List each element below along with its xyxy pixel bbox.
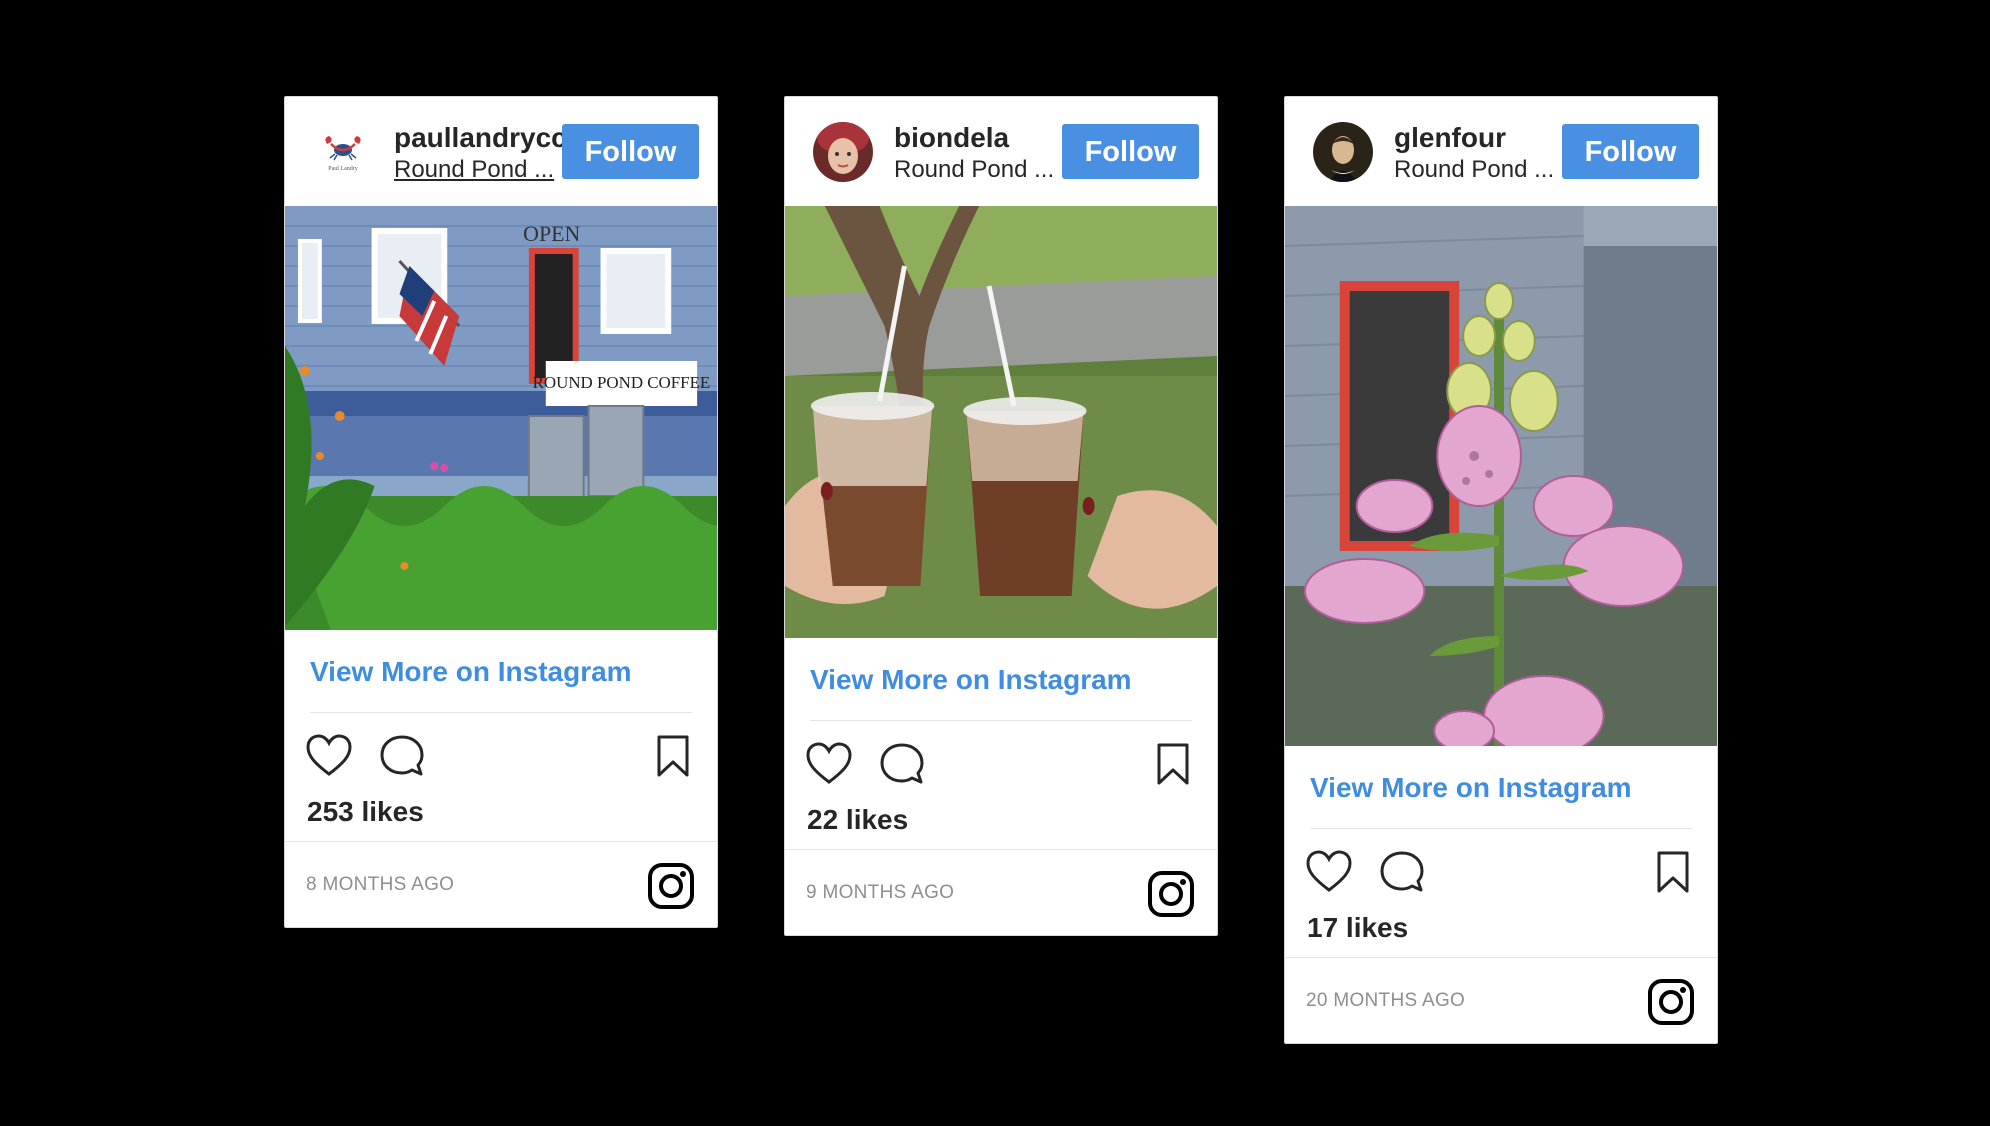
follow-button[interactable]: Follow bbox=[1062, 124, 1199, 179]
location[interactable]: Round Pond ... bbox=[894, 155, 1064, 185]
action-bar bbox=[285, 713, 717, 795]
like-count: 17 likes bbox=[1307, 912, 1409, 943]
bookmark-icon[interactable] bbox=[649, 733, 697, 779]
card-header: biondela Round Pond ... Follow bbox=[785, 97, 1217, 206]
instagram-embed-card: glenfour Round Pond ... Follow View More… bbox=[1284, 96, 1718, 1044]
user-info: glenfour Round Pond ... bbox=[1394, 121, 1564, 185]
action-bar bbox=[785, 721, 1217, 803]
card-header: glenfour Round Pond ... Follow bbox=[1285, 97, 1717, 206]
heart-icon[interactable] bbox=[1305, 849, 1353, 895]
comment-icon[interactable] bbox=[378, 733, 426, 779]
comment-icon[interactable] bbox=[1378, 849, 1426, 895]
instagram-icon[interactable] bbox=[1647, 978, 1695, 1026]
like-count: 253 likes bbox=[307, 796, 424, 827]
follow-button[interactable]: Follow bbox=[1562, 124, 1699, 179]
lobster-logo-icon: Paul Landry bbox=[313, 122, 373, 182]
card-header: Paul Landry paullandrycc Round Pond ... … bbox=[285, 97, 717, 206]
post-photo[interactable] bbox=[1285, 206, 1717, 746]
avatar[interactable]: Paul Landry bbox=[313, 122, 373, 182]
location[interactable]: Round Pond ... bbox=[394, 155, 564, 185]
svg-text:ROUND POND COFFEE: ROUND POND COFFEE bbox=[533, 373, 711, 392]
location[interactable]: Round Pond ... bbox=[1394, 155, 1564, 185]
profile-photo-icon bbox=[813, 122, 873, 182]
timestamp: 8 MONTHS AGO bbox=[306, 874, 455, 895]
username[interactable]: paullandrycc bbox=[394, 121, 564, 155]
action-bar bbox=[1285, 829, 1717, 911]
svg-text:Paul Landry: Paul Landry bbox=[328, 166, 358, 172]
heart-icon[interactable] bbox=[305, 733, 353, 779]
card-footer: 8 MONTHS AGO bbox=[285, 841, 717, 927]
comment-icon[interactable] bbox=[878, 741, 926, 787]
bookmark-icon[interactable] bbox=[1149, 741, 1197, 787]
user-info: paullandrycc Round Pond ... bbox=[394, 121, 564, 185]
instagram-embed-card: Paul Landry paullandrycc Round Pond ... … bbox=[284, 96, 718, 928]
instagram-embed-card: biondela Round Pond ... Follow View More… bbox=[784, 96, 1218, 936]
card-footer: 9 MONTHS AGO bbox=[785, 849, 1217, 935]
view-more-link[interactable]: View More on Instagram bbox=[1310, 746, 1692, 829]
avatar[interactable] bbox=[1313, 122, 1373, 182]
username[interactable]: glenfour bbox=[1394, 121, 1564, 155]
timestamp: 20 MONTHS AGO bbox=[1306, 990, 1466, 1011]
profile-photo-icon bbox=[1313, 122, 1373, 182]
follow-button[interactable]: Follow bbox=[562, 124, 699, 179]
view-more-link[interactable]: View More on Instagram bbox=[310, 630, 692, 713]
view-more-link[interactable]: View More on Instagram bbox=[810, 638, 1192, 721]
avatar[interactable] bbox=[813, 122, 873, 182]
username[interactable]: biondela bbox=[894, 121, 1064, 155]
post-photo[interactable] bbox=[785, 206, 1217, 638]
instagram-icon[interactable] bbox=[1147, 870, 1195, 918]
user-info: biondela Round Pond ... bbox=[894, 121, 1064, 185]
heart-icon[interactable] bbox=[805, 741, 853, 787]
like-count: 22 likes bbox=[807, 804, 909, 835]
svg-text:OPEN: OPEN bbox=[523, 221, 580, 246]
instagram-icon[interactable] bbox=[647, 862, 695, 910]
post-photo[interactable]: OPEN ROUND POND COFFEE bbox=[285, 206, 717, 630]
card-footer: 20 MONTHS AGO bbox=[1285, 957, 1717, 1043]
bookmark-icon[interactable] bbox=[1649, 849, 1697, 895]
timestamp: 9 MONTHS AGO bbox=[806, 882, 955, 903]
